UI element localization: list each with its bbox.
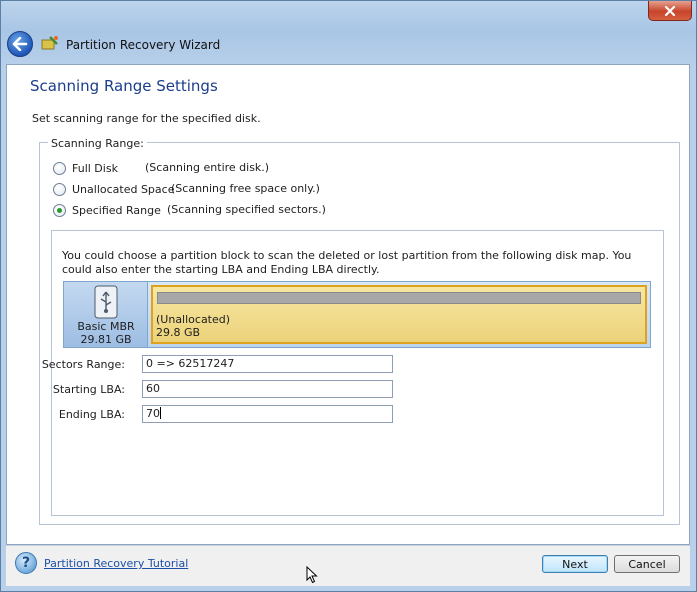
text-caret: [160, 407, 161, 419]
option-unallocated-space[interactable]: Unallocated Space: [53, 181, 174, 197]
radio-unallocated-space[interactable]: [53, 182, 66, 196]
wizard-page: Scanning Range Settings Set scanning ran…: [6, 64, 690, 545]
close-icon: [664, 5, 676, 16]
disk-map: Basic MBR 29.81 GB (Unallocated) 29.8 GB: [63, 281, 651, 348]
specified-range-panel: You could choose a partition block to sc…: [42, 230, 664, 516]
disk-size: 29.81 GB: [80, 333, 132, 346]
option-specified-range[interactable]: Specified Range: [53, 202, 161, 218]
page-subtitle: Set scanning range for the specified dis…: [32, 112, 261, 125]
sectors-range-field: 0 => 62517247: [142, 355, 393, 373]
option-desc: (Scanning free space only.): [171, 182, 320, 195]
starting-lba-input[interactable]: 60: [142, 380, 393, 398]
option-label: Specified Range: [72, 203, 161, 217]
radio-selected-dot: [57, 207, 62, 213]
ending-lba-label: Ending LBA:: [58, 408, 125, 421]
partition-wizard-icon: [41, 36, 58, 50]
back-arrow-icon: [12, 37, 28, 51]
option-desc: (Scanning specified sectors.): [167, 203, 326, 216]
option-full-disk[interactable]: Full Disk: [53, 160, 118, 176]
radio-specified-range[interactable]: [53, 203, 66, 217]
disk-name: Basic MBR: [77, 320, 135, 333]
tutorial-link[interactable]: Partition Recovery Tutorial: [44, 557, 188, 570]
scanning-range-group: Scanning Range: Full Disk (Scanning enti…: [39, 137, 680, 525]
disk-map-description: You could choose a partition block to sc…: [62, 249, 632, 276]
starting-lba-label: Starting LBA:: [52, 383, 125, 396]
option-label: Unallocated Space: [72, 182, 175, 196]
page-title: Scanning Range Settings: [30, 77, 218, 95]
next-button[interactable]: Next: [542, 555, 608, 573]
option-label: Full Disk: [72, 161, 118, 175]
window-title: Partition Recovery Wizard: [66, 38, 221, 52]
close-button[interactable]: [648, 1, 692, 21]
disk-block[interactable]: Basic MBR 29.81 GB: [64, 282, 148, 347]
ending-lba-input[interactable]: 70: [142, 405, 393, 423]
option-desc: (Scanning entire disk.): [145, 161, 270, 174]
partition-name: (Unallocated): [156, 313, 231, 326]
scanning-range-legend: Scanning Range:: [48, 137, 147, 150]
back-button[interactable]: [7, 31, 33, 57]
usb-drive-icon: [94, 285, 118, 319]
wizard-footer: ? Partition Recovery Tutorial Next Cance…: [6, 546, 690, 586]
mouse-pointer-icon: [306, 566, 318, 584]
titlebar: Partition Recovery Wizard: [1, 1, 697, 65]
radio-full-disk[interactable]: [53, 161, 66, 175]
help-icon[interactable]: ?: [15, 552, 37, 574]
partition-block-unallocated[interactable]: (Unallocated) 29.8 GB: [151, 285, 647, 344]
partition-size: 29.8 GB: [156, 326, 201, 339]
ending-lba-value: 70: [146, 407, 160, 420]
sectors-range-label: Sectors Range:: [41, 358, 125, 371]
partition-usage-bar: [157, 292, 641, 304]
cancel-button[interactable]: Cancel: [614, 555, 680, 573]
